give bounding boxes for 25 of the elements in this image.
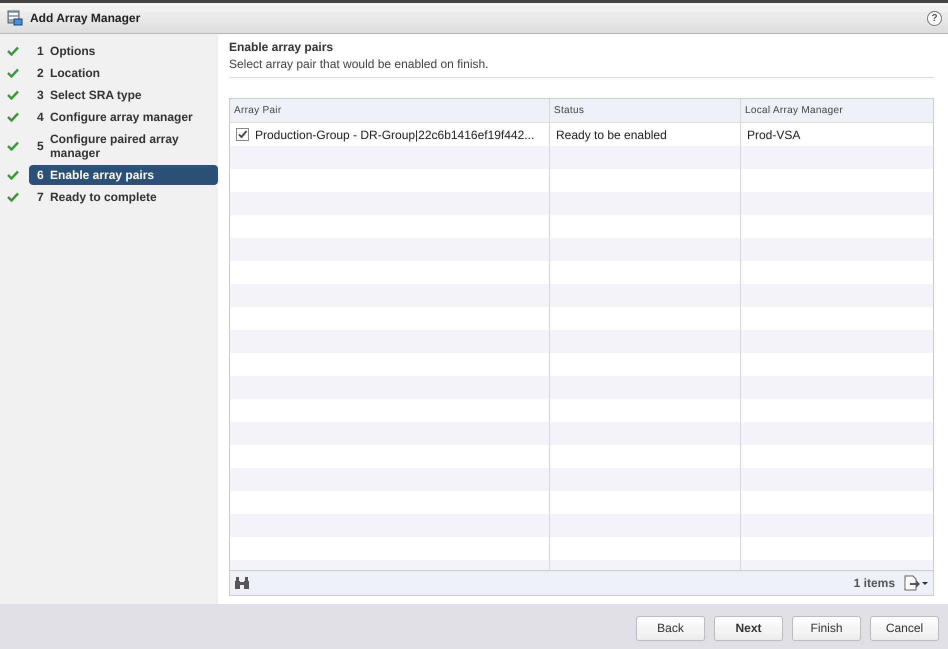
window-title: Add Array Manager <box>30 11 142 25</box>
wizard-button[interactable]: Finish <box>792 616 861 640</box>
window-icon <box>7 10 23 26</box>
wizard-step[interactable]: 7 Ready to complete <box>29 187 218 207</box>
wizard-button[interactable]: Back <box>636 616 705 640</box>
item-count: 1 items <box>852 576 895 590</box>
checkbox[interactable] <box>236 128 249 141</box>
wizard-button[interactable]: Cancel <box>870 616 939 640</box>
export-icon[interactable] <box>903 575 929 591</box>
column-header[interactable]: Local Array Manager <box>741 99 933 122</box>
wizard-step[interactable]: 2 Location <box>29 63 218 83</box>
table-cell: Production-Group - DR-Group|22c6b1416ef19f442... <box>255 128 534 142</box>
wizard-step[interactable]: 4 Configure array manager <box>29 107 218 127</box>
column-header[interactable]: Array Pair <box>230 99 550 122</box>
page-description: Select array pair that would be enabled on finish. <box>229 54 934 78</box>
wizard-button[interactable]: Next <box>714 616 783 640</box>
table-cell: Ready to be enabled <box>556 128 667 142</box>
wizard-step[interactable]: 3 Select SRA type <box>29 85 218 105</box>
wizard-step[interactable]: 6 Enable array pairs <box>29 165 218 185</box>
wizard-step[interactable]: 1 Options <box>29 41 218 61</box>
help-button[interactable]: ? <box>927 10 942 26</box>
page-title: Enable array pairs <box>229 40 334 54</box>
binoculars-icon[interactable] <box>234 576 250 590</box>
table-cell: Prod-VSA <box>747 128 800 142</box>
column-header[interactable]: Status <box>550 99 741 122</box>
